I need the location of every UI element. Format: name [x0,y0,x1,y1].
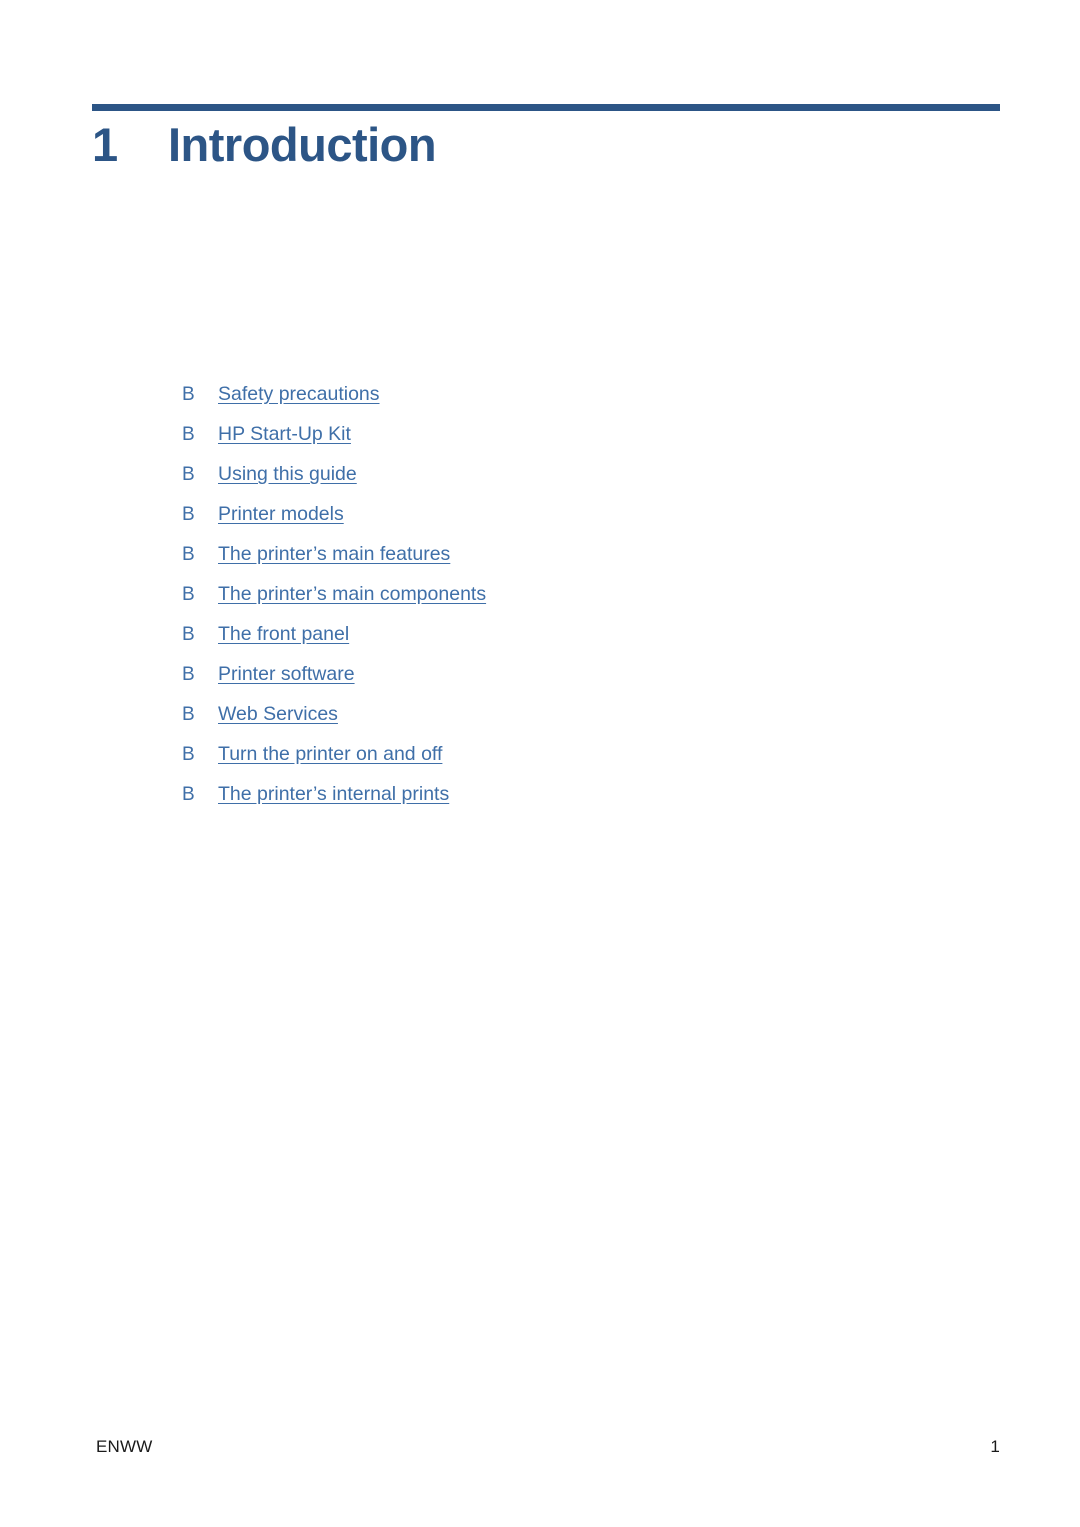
bullet-icon: B [182,544,195,565]
toc-link-the-front-panel[interactable]: The front panel [218,614,349,654]
toc-link-printers-main-features[interactable]: The printer’s main features [218,534,450,574]
document-page: 1 Introduction B Safety precautions B HP… [0,0,1080,1527]
toc-link-printer-software[interactable]: Printer software [218,654,355,694]
footer-locale-label: ENWW [96,1437,153,1456]
chapter-contents-list: B Safety precautions B HP Start-Up Kit B… [182,374,486,814]
list-item[interactable]: B Safety precautions [182,374,486,414]
chapter-title: Introduction [168,118,437,171]
list-item[interactable]: B Printer models [182,494,486,534]
list-item[interactable]: B The printer’s main features [182,534,486,574]
list-item[interactable]: B The front panel [182,614,486,654]
toc-link-printers-main-components[interactable]: The printer’s main components [218,574,486,614]
list-item[interactable]: B Web Services [182,694,486,734]
bullet-icon: B [182,464,195,485]
bullet-icon: B [182,584,195,605]
page-footer: ENWW 1 [96,1437,1000,1457]
bullet-icon: B [182,504,195,525]
bullet-icon: B [182,664,195,685]
list-item[interactable]: B HP Start-Up Kit [182,414,486,454]
list-item[interactable]: B The printer’s main components [182,574,486,614]
bullet-icon: B [182,424,195,445]
list-item[interactable]: B The printer’s internal prints [182,774,486,814]
page-title: 1 Introduction [92,118,437,172]
bullet-icon: B [182,744,195,765]
toc-link-turn-the-printer-on-and-off[interactable]: Turn the printer on and off [218,734,442,774]
list-item[interactable]: B Using this guide [182,454,486,494]
footer-page-number: 1 [990,1437,1000,1456]
toc-link-hp-start-up-kit[interactable]: HP Start-Up Kit [218,414,351,454]
toc-link-using-this-guide[interactable]: Using this guide [218,454,357,494]
bullet-icon: B [182,384,195,405]
toc-link-safety-precautions[interactable]: Safety precautions [218,374,380,414]
toc-link-printer-models[interactable]: Printer models [218,494,344,534]
list-item[interactable]: B Printer software [182,654,486,694]
bullet-icon: B [182,784,195,805]
list-item[interactable]: B Turn the printer on and off [182,734,486,774]
toc-link-printers-internal-prints[interactable]: The printer’s internal prints [218,774,449,814]
chapter-number: 1 [92,118,118,171]
bullet-icon: B [182,704,195,725]
toc-link-web-services[interactable]: Web Services [218,694,338,734]
bullet-icon: B [182,624,195,645]
chapter-heading-rule [92,104,1000,111]
